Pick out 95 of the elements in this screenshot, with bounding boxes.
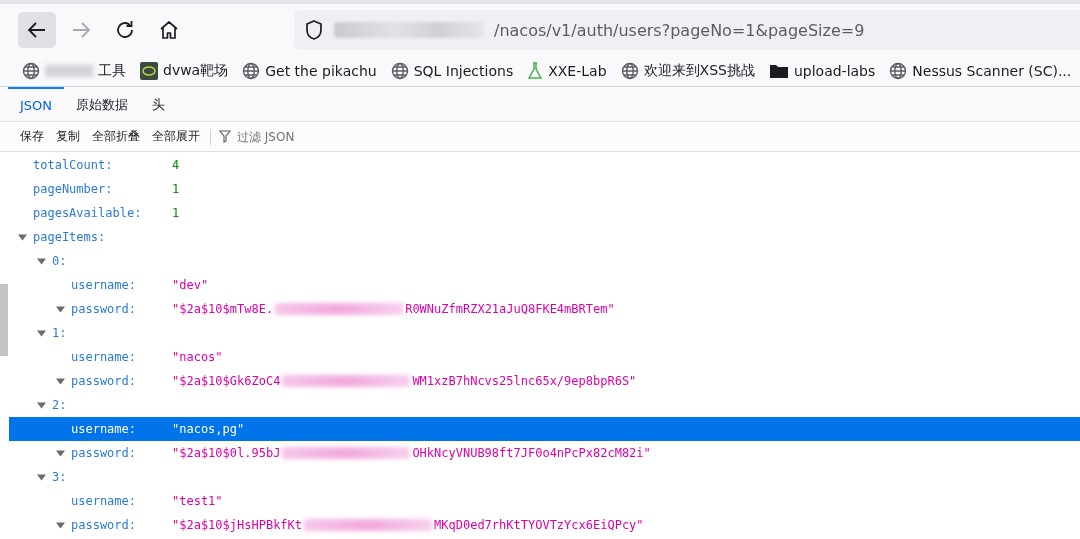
dvwa-logo-icon	[140, 62, 158, 80]
globe-icon	[22, 62, 40, 80]
bookmark-label: Get the pikachu	[265, 63, 377, 79]
bookmark-item[interactable]: SQL Injections	[390, 62, 514, 80]
json-value: "nacos,pg"	[172, 422, 245, 436]
url-text: /nacos/v1/auth/users?pageNo=1&pageSize=9	[494, 20, 865, 40]
json-key: pageNumber:	[33, 182, 113, 196]
expanded-triangle-icon[interactable]	[18, 232, 27, 242]
expanded-triangle-icon[interactable]	[56, 304, 65, 314]
expanded-triangle-icon[interactable]	[56, 376, 65, 386]
toolbar-button[interactable]: 复制	[50, 128, 86, 145]
json-key: 3:	[52, 470, 67, 484]
tree-row[interactable]: pageItems:	[9, 225, 1080, 249]
json-value: "$2a$10$Gk6ZoC4	[172, 374, 281, 388]
json-value: OHkNcyVNUB98ft7JF0o4nPcPx82cM82i"	[412, 446, 651, 460]
json-value: "test1"	[172, 494, 223, 508]
tree-row[interactable]: 1:	[9, 321, 1080, 345]
json-key: 1:	[52, 326, 67, 340]
tree-row[interactable]: username: "test1"	[9, 489, 1080, 513]
json-value: R0WNuZfmRZX21aJuQ8FKE4mBRTem"	[405, 302, 615, 316]
json-key: password:	[71, 518, 137, 532]
tree-row[interactable]: 0:	[9, 249, 1080, 273]
bookmark-label: 欢迎来到XSS挑战	[643, 62, 755, 80]
bookmark-label: upload-labs	[793, 63, 876, 79]
json-value: "$2a$10$mTw8E.	[172, 302, 274, 316]
json-key: username:	[71, 422, 137, 436]
json-key: pageItems:	[33, 230, 106, 244]
tree-row[interactable]: totalCount: 4	[9, 153, 1080, 177]
bookmark-item[interactable]: Get the pikachu	[242, 62, 377, 80]
json-key: password:	[71, 374, 137, 388]
bookmark-label: dvwa靶场	[163, 62, 229, 80]
tree-row[interactable]: pagesAvailable: 1	[9, 201, 1080, 225]
reload-icon	[114, 19, 136, 41]
globe-icon	[620, 62, 639, 80]
json-value: 1	[172, 182, 180, 196]
bookmark-item[interactable]: 工具	[22, 62, 126, 80]
tree-row[interactable]: password: "$2a$10$mTw8E. R0WNuZfmRZX21aJuQ8FKE4mBRTem"	[9, 297, 1080, 321]
json-key: totalCount:	[33, 158, 113, 172]
bookmark-item[interactable]: XXE-Lab	[527, 62, 607, 80]
json-value: "nacos"	[172, 350, 223, 364]
bookmark-label: 工具	[98, 62, 126, 80]
tree-row[interactable]: username: "nacos,pg"	[9, 417, 1080, 441]
json-key: 0:	[52, 254, 67, 268]
expanded-triangle-icon[interactable]	[37, 328, 46, 338]
bookmark-item[interactable]: Nessus Scanner (SC)...	[889, 62, 1072, 80]
json-key: username:	[71, 278, 137, 292]
expanded-triangle-icon[interactable]	[56, 520, 65, 530]
json-value: MKqD0ed7rhKtTYOVTzYcx6EiQPcy"	[434, 518, 644, 532]
filter-field[interactable]: 过滤 JSON	[235, 128, 399, 145]
toolbar-button[interactable]: 全部折叠	[86, 128, 146, 145]
viewer-tab[interactable]: 原始数据	[64, 87, 141, 121]
home-icon	[158, 19, 180, 41]
tree-row[interactable]: password: "$2a$10$jHsHPBkfKt MKqD0ed7rhKtTYOVTzYcx6EiQPcy"	[9, 513, 1080, 537]
tree-row[interactable]: username: "nacos"	[9, 345, 1080, 369]
tree-row[interactable]: username: "dev"	[9, 273, 1080, 297]
toolbar-button[interactable]: 保存	[14, 128, 50, 145]
json-key: pagesAvailable:	[33, 206, 142, 220]
json-value: 4	[172, 158, 180, 172]
bookmark-label: XXE-Lab	[548, 63, 607, 79]
viewer-tab[interactable]: 头	[140, 87, 178, 121]
json-value: "$2a$10$0l.95bJ	[172, 446, 281, 460]
json-value: "$2a$10$jHsHPBkfKt	[172, 518, 303, 532]
bookmark-item[interactable]: upload-labs	[768, 63, 876, 79]
bookmark-item[interactable]: 欢迎来到XSS挑战	[620, 62, 755, 80]
flask-icon	[527, 62, 544, 80]
tree-row[interactable]: 3:	[9, 465, 1080, 489]
globe-icon	[242, 62, 261, 80]
expanded-triangle-icon[interactable]	[37, 472, 46, 482]
json-key: username:	[71, 494, 137, 508]
expanded-triangle-icon[interactable]	[56, 448, 65, 458]
tree-row[interactable]: password: "$2a$10$0l.95bJ OHkNcyVNUB98ft7JF0o4nPcPx82cM82i"	[9, 441, 1080, 465]
expanded-triangle-icon[interactable]	[37, 256, 46, 266]
json-value: WM1xzB7hNcvs25lnc65x/9ep8bpR6S"	[412, 374, 637, 388]
toolbar-button[interactable]: 全部展开	[146, 128, 206, 145]
folder-icon	[768, 63, 789, 79]
tree-row[interactable]: password: "$2a$10$Gk6ZoC4 WM1xzB7hNcvs25lnc65x/9ep8bpR6S"	[9, 369, 1080, 393]
expanded-triangle-icon[interactable]	[37, 400, 46, 410]
json-value: "dev"	[172, 278, 209, 292]
back-button[interactable]	[18, 12, 56, 48]
json-key: 2:	[52, 398, 67, 412]
bookmark-label: Nessus Scanner (SC)...	[912, 63, 1072, 79]
filter-icon	[219, 130, 231, 143]
json-key: password:	[71, 446, 137, 460]
bookmark-item[interactable]: dvwa靶场	[140, 62, 229, 80]
shield-icon	[304, 19, 324, 41]
globe-icon	[889, 62, 908, 80]
tree-row[interactable]: pageNumber: 1	[9, 177, 1080, 201]
json-value: 1	[172, 206, 180, 220]
json-key: username:	[71, 350, 137, 364]
tree-row[interactable]: 2:	[9, 393, 1080, 417]
scrollbar-thumb[interactable]	[0, 284, 8, 356]
json-key: password:	[71, 302, 137, 316]
globe-icon	[390, 62, 409, 80]
bookmark-label: SQL Injections	[413, 63, 514, 79]
address-bar[interactable]: /nacos/v1/auth/users?pageNo=1&pageSize=9	[294, 10, 1080, 50]
